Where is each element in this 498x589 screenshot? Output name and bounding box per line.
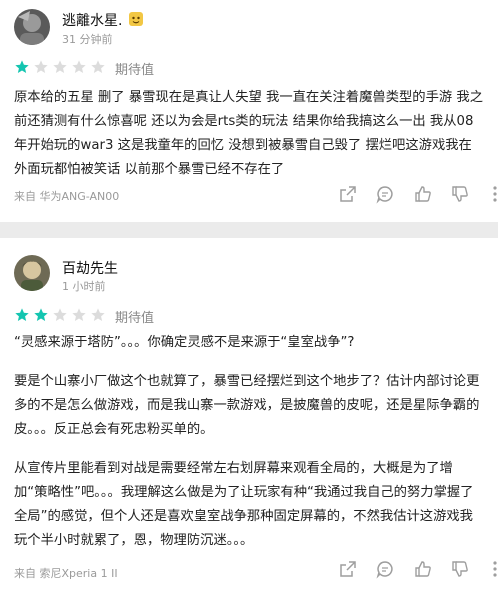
post-time: 31 分钟前 — [62, 33, 113, 46]
review-paragraph: “灵感来源于塔防”。。。你确定灵感不是来源于“皇室战争”? — [14, 335, 355, 350]
post-time: 1 小时前 — [62, 280, 106, 293]
review-actions — [338, 184, 498, 206]
device-info: 来自 索尼Xperia 1 II — [14, 567, 118, 580]
star-rating — [14, 307, 109, 323]
star-rating — [14, 59, 109, 75]
user-name[interactable]: 逃離水星. — [62, 10, 143, 30]
rating-label: 期待值 — [115, 311, 155, 326]
star-empty-icon — [52, 307, 68, 323]
review-paragraph: 从宣传片里能看到对战是需要经常左右划屏幕来观看全局的，大概是为了增加“策略性”吧… — [14, 461, 474, 548]
review-text: 原本给的五星 删了 暴雪现在是真让人失望 我一直在关注着魔兽类型的手游 我之前还… — [14, 86, 484, 182]
review-actions — [338, 559, 498, 581]
review-card: 百劫先生 1 小时前 期待值 “灵感来源于塔防”。。。你确定灵感不是来源于“皇室… — [0, 238, 498, 589]
star-empty-icon — [90, 307, 106, 323]
star-empty-icon — [71, 59, 87, 75]
share-icon[interactable] — [338, 559, 358, 579]
more-icon[interactable] — [485, 559, 498, 579]
avatar[interactable] — [14, 255, 50, 291]
star-empty-icon — [90, 59, 106, 75]
review-card: 逃離水星. 31 分钟前 期待值 原本给的五星 删了 暴雪现在是真让人失望 我一… — [0, 0, 498, 222]
comment-icon[interactable] — [375, 184, 395, 204]
star-filled-icon — [14, 307, 30, 323]
thumbs-down-icon[interactable] — [450, 184, 470, 204]
more-icon[interactable] — [485, 184, 498, 204]
review-paragraph: 要是个山寨小厂做这个也就算了，暴雪已经摆烂到这个地步了？估计内部讨论更多的不是怎… — [14, 374, 480, 437]
star-filled-icon — [14, 59, 30, 75]
star-empty-icon — [33, 59, 49, 75]
emoji-icon — [128, 12, 143, 26]
rating-label: 期待值 — [115, 63, 155, 78]
review-paragraph: 原本给的五星 删了 暴雪现在是真让人失望 我一直在关注着魔兽类型的手游 我之前还… — [14, 90, 483, 177]
review-text: “灵感来源于塔防”。。。你确定灵感不是来源于“皇室战争”? 要是个山寨小厂做这个… — [14, 331, 484, 553]
star-filled-icon — [33, 307, 49, 323]
thumbs-down-icon[interactable] — [450, 559, 470, 579]
user-name-text: 逃離水星. — [62, 13, 123, 29]
thumbs-up-icon[interactable] — [413, 559, 433, 579]
comment-icon[interactable] — [375, 559, 395, 579]
avatar[interactable] — [14, 9, 50, 45]
share-icon[interactable] — [338, 184, 358, 204]
star-empty-icon — [52, 59, 68, 75]
device-info: 来自 华为ANG-AN00 — [14, 190, 120, 203]
thumbs-up-icon[interactable] — [413, 184, 433, 204]
user-name[interactable]: 百劫先生 — [62, 258, 118, 278]
star-empty-icon — [71, 307, 87, 323]
